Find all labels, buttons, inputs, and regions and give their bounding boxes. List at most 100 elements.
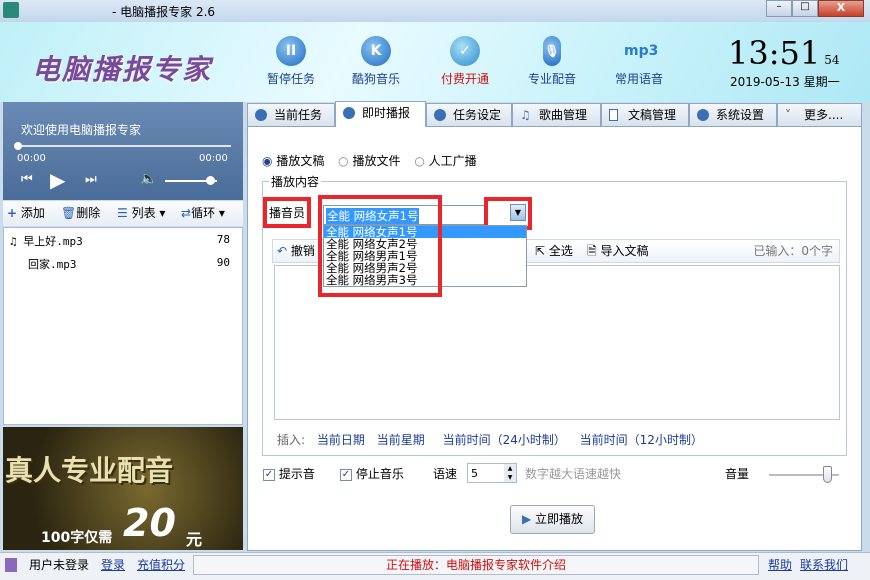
insert-bar: 插入: 当前日期 当前星期 当前时间（24小时制） 当前时间（12小时制）	[277, 431, 703, 448]
song-name: 早上好.mp3	[23, 235, 83, 248]
loop-button[interactable]: ⇄循环 ▾	[181, 201, 225, 226]
tab-document-management[interactable]: 文稿管理	[601, 103, 689, 127]
radio-play-file[interactable]: ○ 播放文件	[338, 154, 400, 168]
volume-thumb[interactable]	[823, 466, 832, 483]
list-button[interactable]: ☰ 列表 ▾	[117, 201, 165, 226]
previous-icon[interactable]: ⏮	[21, 172, 33, 187]
play-now-button[interactable]: ▶ 立即播放	[510, 505, 595, 534]
stop-music-checkbox[interactable]: ✓ 停止音乐	[340, 465, 404, 483]
playlist-item[interactable]: 回家.mp390	[28, 256, 230, 272]
insert-current-weekday[interactable]: 当前星期	[377, 433, 425, 447]
insert-current-date[interactable]: 当前日期	[317, 433, 365, 447]
clock-time: 13:51	[728, 34, 820, 72]
radio-label: 播放文件	[352, 154, 400, 168]
document-icon	[609, 109, 618, 121]
ad-subtitle: 100字仅需	[41, 527, 112, 547]
header: 电脑播报专家 II暂停任务 K酷狗音乐 ✓付费开通 🎙专业配音 mp3常用语音 …	[0, 22, 870, 102]
prompt-sound-checkbox[interactable]: ✓ 提示音	[263, 465, 315, 483]
pro-voice-button[interactable]: 🎙专业配音	[517, 36, 587, 87]
radio-play-document[interactable]: ◉ 播放文稿	[262, 154, 324, 168]
select-all-button[interactable]: ⇱ 全选	[535, 240, 573, 262]
minimize-button[interactable]: –	[766, 0, 792, 17]
common-voice-button[interactable]: mp3常用语音	[604, 36, 674, 87]
loop-icon: ⇄	[181, 206, 191, 220]
add-label: 添加	[21, 206, 45, 220]
status-bar: 用户未登录 登录 充值积分 正在播放：电脑播报专家软件介绍 帮助 联系我们	[0, 552, 870, 580]
tab-current-task[interactable]: 当前任务	[247, 103, 335, 127]
play-now-label: 立即播放	[535, 512, 583, 526]
source-radio-group: ◉ 播放文稿 ○ 播放文件 ○ 人工广播	[262, 152, 477, 169]
loop-label: 循环	[191, 206, 215, 220]
paid-activation-button[interactable]: ✓ 付费开通	[430, 36, 500, 87]
add-button[interactable]: + 添加	[7, 201, 45, 226]
chevron-down-icon: ˅	[785, 104, 797, 116]
tab-label: 更多....	[804, 108, 843, 122]
volume-slider[interactable]	[769, 474, 839, 476]
progress-slider[interactable]	[17, 145, 231, 147]
clock: 13:5154	[728, 34, 840, 72]
radio-manual-broadcast[interactable]: ○ 人工广播	[414, 154, 476, 168]
input-count: 已输入：0个字	[753, 240, 833, 262]
kugou-music-button[interactable]: K 酷狗音乐	[341, 36, 411, 87]
announcer-label: 播音员	[267, 201, 307, 224]
document-textarea[interactable]	[274, 265, 840, 420]
maximize-button[interactable]: □	[792, 0, 818, 17]
help-link[interactable]: 帮助	[768, 553, 792, 577]
speed-spinner[interactable]: 5▲▼	[467, 463, 517, 483]
radio-label: 人工广播	[429, 154, 477, 168]
tab-instant-broadcast[interactable]: 即时播报	[335, 101, 426, 128]
playlist-toolbar: + 添加 🗑删除 ☰ 列表 ▾ ⇄循环 ▾	[3, 201, 243, 226]
volume-icon: 🔈	[140, 171, 157, 187]
announcer-dropdown-list: 全能 网络女声1号 全能 网络女声2号 全能 网络男声1号 全能 网络男声2号 …	[323, 225, 527, 287]
announcer-dropdown-button[interactable]: ▼	[488, 201, 528, 226]
play-icon[interactable]: ▶	[50, 168, 65, 192]
login-link[interactable]: 登录	[101, 553, 125, 577]
list-icon: ☰	[117, 206, 128, 220]
next-icon[interactable]: ⏭	[85, 172, 97, 187]
spinner-arrows-icon[interactable]: ▲▼	[504, 464, 516, 482]
cursor-icon: ⇱	[535, 244, 545, 258]
announcer-selected: 全能 网络女声1号	[326, 208, 419, 224]
tab-more[interactable]: ˅ 更多....	[777, 103, 862, 127]
tab-label: 歌曲管理	[539, 108, 587, 122]
import-document-button[interactable]: 🗎 导入文稿	[587, 240, 649, 262]
volume-slider[interactable]	[165, 180, 217, 182]
microphone-icon: 🎙	[543, 36, 561, 66]
undo-button[interactable]: ↶ 撤销	[277, 240, 315, 262]
ad-unit: 元	[186, 526, 202, 550]
playlist-item[interactable]: ♫ 早上好.mp378	[10, 233, 230, 249]
import-label: 导入文稿	[600, 244, 648, 258]
date-text: 2019-05-13	[730, 75, 800, 89]
checkbox-label: 停止音乐	[356, 467, 404, 481]
tab-song-management[interactable]: ♫歌曲管理	[512, 103, 601, 127]
tab-label: 任务设定	[453, 108, 501, 122]
insert-label: 插入:	[277, 433, 305, 447]
welcome-text: 欢迎使用电脑播报专家	[21, 121, 141, 138]
tab-task-settings[interactable]: 任务设定	[426, 103, 512, 127]
group-label: 播放内容	[269, 173, 321, 190]
app-icon	[3, 2, 19, 18]
insert-time-24h[interactable]: 当前时间（24小时制）	[443, 433, 566, 447]
window-title: - 电脑播报专家 2.6	[112, 3, 215, 20]
select-all-label: 全选	[549, 244, 573, 258]
insert-time-12h[interactable]: 当前时间（12小时制）	[580, 433, 703, 447]
progress-thumb[interactable]	[14, 142, 22, 150]
kugou-icon: K	[361, 36, 391, 66]
tab-label: 即时播报	[362, 106, 410, 120]
options-row: ✓ 提示音 ✓ 停止音乐 语速 5▲▼ 数字越大语速越快 音量	[263, 465, 843, 485]
recharge-link[interactable]: 充值积分	[137, 553, 185, 577]
contact-link[interactable]: 联系我们	[800, 553, 848, 577]
tab-system-settings[interactable]: 系统设置	[689, 103, 777, 127]
pause-task-button[interactable]: II暂停任务	[256, 36, 326, 87]
user-icon	[5, 558, 17, 572]
now-playing-panel: 正在播放：电脑播报专家软件介绍	[193, 555, 759, 575]
user-check-icon: ✓	[450, 36, 480, 66]
radio-label: 播放文稿	[276, 154, 324, 168]
bell-icon	[255, 109, 267, 121]
delete-button[interactable]: 🗑删除	[61, 201, 100, 226]
tool-label: 付费开通	[441, 72, 489, 86]
ad-banner[interactable]: 真人专业配音 100字仅需 20 元	[3, 427, 243, 550]
dropdown-option[interactable]: 全能 网络男声3号	[324, 274, 526, 286]
close-button[interactable]: X	[818, 0, 864, 17]
tool-label: 酷狗音乐	[352, 72, 400, 86]
